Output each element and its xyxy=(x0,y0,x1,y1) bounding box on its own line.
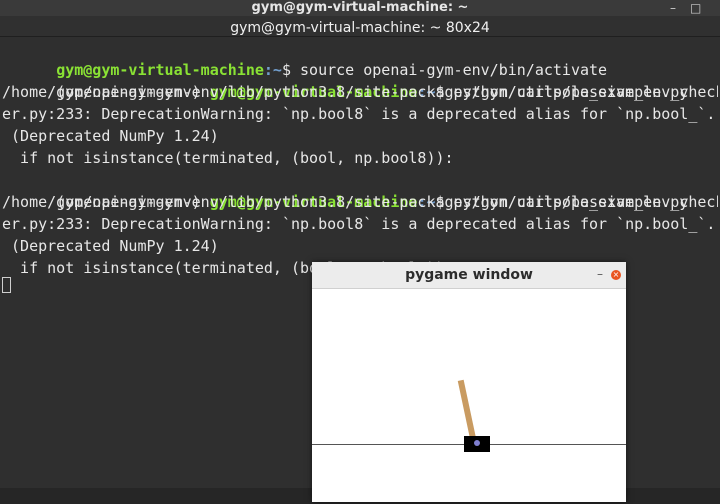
terminal-line: er.py:233: DeprecationWarning: `np.bool8… xyxy=(2,215,716,233)
pygame-title: pygame window xyxy=(405,267,533,283)
minimize-icon[interactable]: – xyxy=(595,267,605,281)
terminal-line: (Deprecated NumPy 1.24) xyxy=(2,237,219,255)
pygame-title-bar[interactable]: pygame window – × xyxy=(312,262,626,289)
terminal-line: if not isinstance(terminated, (bool, np.… xyxy=(2,149,454,167)
terminal-line: (Deprecated NumPy 1.24) xyxy=(2,127,219,145)
desktop-top-bar: gym@gym-virtual-machine: ~ – □ xyxy=(0,0,720,16)
terminal-title-bar: gym@gym-virtual-machine: ~ 80x24 xyxy=(0,16,720,37)
terminal-line: /home/gym/openai-gym-env/lib/python3.8/s… xyxy=(2,83,718,101)
pygame-window[interactable]: pygame window – × xyxy=(312,262,626,502)
cartpole-axle xyxy=(474,440,480,446)
desktop-window-title: gym@gym-virtual-machine: ~ xyxy=(251,0,469,15)
terminal-cursor xyxy=(2,277,11,293)
minimize-icon[interactable]: – xyxy=(670,0,676,16)
terminal-line: er.py:233: DeprecationWarning: `np.bool8… xyxy=(2,105,716,123)
maximize-icon[interactable]: □ xyxy=(690,0,701,16)
terminal-line: /home/gym/openai-gym-env/lib/python3.8/s… xyxy=(2,193,718,211)
close-icon[interactable]: × xyxy=(611,270,621,280)
cartpole-canvas xyxy=(312,289,626,502)
